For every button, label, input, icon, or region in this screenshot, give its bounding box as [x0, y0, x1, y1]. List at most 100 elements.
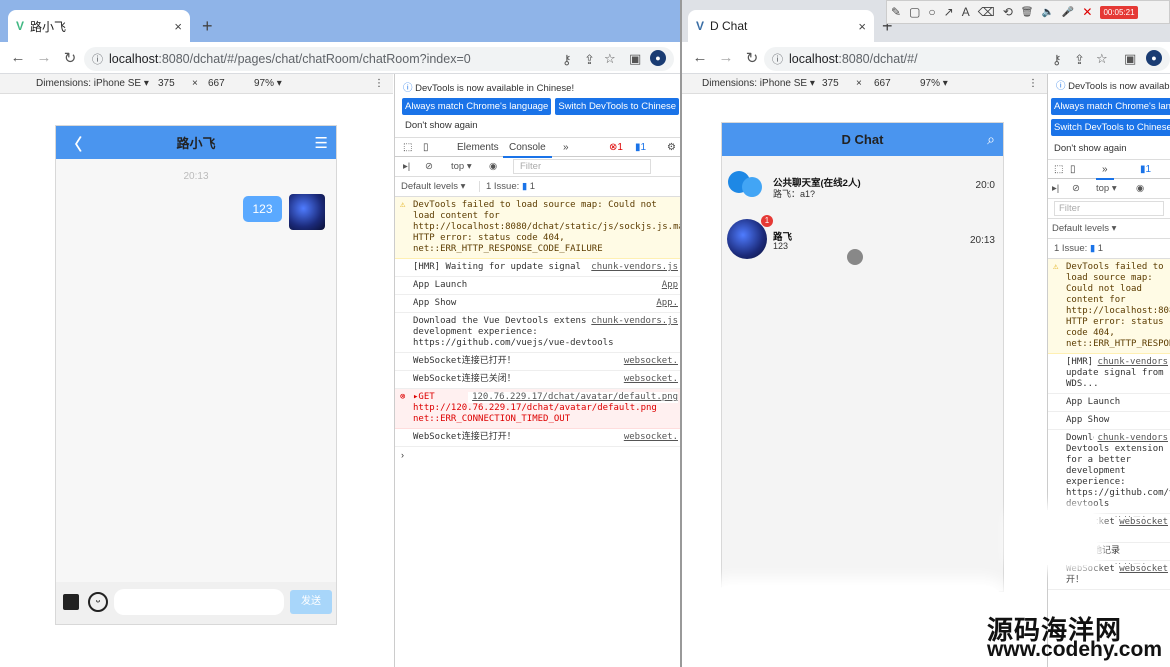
log-source-link[interactable]: App [657, 280, 678, 291]
filter-input[interactable]: Filter [1054, 201, 1164, 216]
log-source-link[interactable]: websocket. [619, 432, 678, 443]
match-language-button[interactable]: Always match Chrome's lang [1051, 98, 1170, 115]
message-input[interactable] [114, 589, 284, 615]
filter-input[interactable]: Filter [513, 159, 651, 174]
user-avatar[interactable] [289, 194, 325, 230]
key-icon[interactable]: ⚷ [562, 52, 572, 68]
zoom-select[interactable]: 97% ▾ [254, 78, 282, 89]
image-icon[interactable] [63, 594, 79, 610]
star-icon[interactable]: ☆ [1096, 51, 1108, 67]
log-source-link[interactable]: 120.76.229.17/dchat/avatar/default.png [468, 392, 678, 403]
microphone-icon[interactable]: 🎤 [1062, 7, 1074, 18]
width-input[interactable]: 375 [158, 78, 175, 89]
sidebar-icon[interactable]: ▣ [629, 51, 641, 67]
log-source-link[interactable]: websocket. [619, 374, 678, 385]
inspect-icon[interactable]: ⬚ [1054, 164, 1063, 175]
issues-label[interactable]: 1 Issue: ▮ 1 [479, 181, 535, 192]
console-prompt[interactable]: › [395, 447, 680, 464]
chat-list-item[interactable]: 1 路飞 123 20:13 [722, 213, 1003, 259]
width-input[interactable]: 375 [822, 78, 839, 89]
more-options-icon[interactable]: ⋮ [1028, 78, 1038, 89]
dimensions-select[interactable]: Dimensions: iPhone SE ▾ [702, 78, 815, 89]
switch-language-button[interactable]: Switch DevTools to Chinese [555, 98, 680, 115]
arrow-tool-icon[interactable]: ↗ [944, 5, 954, 19]
log-source-link[interactable]: websocket [1115, 517, 1168, 528]
reload-icon[interactable]: ↻ [744, 49, 760, 67]
log-source-link[interactable]: chunk-vendors [1093, 357, 1168, 368]
eraser-tool-icon[interactable]: ⌫ [978, 5, 995, 19]
send-button[interactable]: 发送 [290, 590, 332, 614]
sidebar-toggle-icon[interactable]: ▸| [1052, 183, 1059, 194]
pen-tool-icon[interactable]: ✎ [891, 5, 901, 19]
height-input[interactable]: 667 [874, 78, 891, 89]
sidebar-toggle-icon[interactable]: ▸| [403, 161, 410, 172]
forward-arrow-icon[interactable]: → [36, 49, 52, 66]
back-arrow-icon[interactable]: ← [692, 49, 708, 66]
tab-elements[interactable]: Elements [457, 142, 499, 153]
key-icon[interactable]: ⚷ [1052, 52, 1062, 68]
tab-console[interactable]: Console [503, 142, 552, 158]
back-arrow-icon[interactable]: ← [10, 49, 26, 66]
menu-icon[interactable]: ☰ [315, 134, 328, 152]
new-tab-button[interactable]: + [202, 16, 213, 37]
error-count-badge[interactable]: ⊗1 [609, 142, 623, 153]
height-input[interactable]: 667 [208, 78, 225, 89]
share-icon[interactable]: ⇪ [584, 52, 595, 68]
address-bar[interactable]: ⓘ localhost :8080/dchat/#/pages/chat/cha… [84, 47, 674, 71]
text-tool-icon[interactable]: A [962, 5, 970, 19]
star-icon[interactable]: ☆ [604, 51, 616, 67]
log-source-link[interactable]: websocket [1115, 564, 1168, 575]
match-language-button[interactable]: Always match Chrome's language [402, 98, 552, 115]
dimension-times: × [192, 78, 198, 89]
settings-gear-icon[interactable]: ⚙ [667, 142, 676, 153]
undo-icon[interactable]: ⟲ [1003, 5, 1013, 19]
more-options-icon[interactable]: ⋮ [374, 78, 384, 89]
close-tab-icon[interactable]: × [174, 19, 182, 34]
circle-tool-icon[interactable]: ○ [928, 5, 935, 19]
more-tabs-icon[interactable]: » [1096, 164, 1114, 180]
log-source-link[interactable]: chunk-vendors.js [587, 262, 678, 273]
log-source-link[interactable]: chunk-vendors [1093, 433, 1168, 444]
share-icon[interactable]: ⇪ [1074, 52, 1085, 68]
emoji-icon[interactable]: ᵕ [88, 592, 108, 612]
levels-select[interactable]: Default levels ▾ [1052, 223, 1116, 234]
forward-arrow-icon[interactable]: → [718, 49, 734, 66]
sidebar-icon[interactable]: ▣ [1124, 51, 1136, 67]
trash-icon[interactable]: 🗑 [1021, 7, 1034, 18]
back-icon[interactable]: 〈 [66, 131, 82, 155]
chat-list-item[interactable]: 公共聊天室(在线2人) 路飞：a1? 20:0 [722, 163, 1003, 208]
inspect-icon[interactable]: ⬚ [403, 142, 412, 153]
clear-console-icon[interactable]: ⊘ [425, 161, 433, 172]
zoom-select[interactable]: 97% ▾ [920, 78, 948, 89]
rect-tool-icon[interactable]: ▢ [909, 5, 920, 19]
switch-language-button[interactable]: Switch DevTools to Chinese [1051, 119, 1170, 136]
speaker-icon[interactable]: 🔈 [1041, 7, 1053, 18]
dimensions-select[interactable]: Dimensions: iPhone SE ▾ [36, 78, 149, 89]
message-count-badge[interactable]: ▮1 [1140, 164, 1151, 175]
dont-show-again-link[interactable]: Don't show again [395, 115, 680, 137]
left-tab-active[interactable]: V 路小飞 × [8, 10, 190, 42]
profile-icon[interactable]: ● [650, 50, 666, 66]
address-bar[interactable]: ⓘ localhost :8080/dchat/#/ ⚷ ⇪ ☆ ▣ ● [764, 47, 1170, 71]
close-icon[interactable]: ✕ [1082, 5, 1092, 19]
message-count-badge[interactable]: ▮1 [635, 142, 646, 153]
eye-icon[interactable]: ◉ [1136, 183, 1144, 194]
eye-icon[interactable]: ◉ [489, 161, 497, 172]
log-source-link[interactable]: websocket. [619, 356, 678, 367]
right-tab-active[interactable]: V D Chat × [688, 10, 874, 42]
context-select[interactable]: top ▾ [451, 161, 472, 172]
device-toggle-icon[interactable]: ▯ [1070, 164, 1076, 175]
profile-icon[interactable]: ● [1146, 50, 1162, 66]
reload-icon[interactable]: ↻ [62, 49, 78, 67]
context-select[interactable]: top ▾ [1096, 183, 1117, 194]
device-toggle-icon[interactable]: ▯ [423, 142, 429, 153]
levels-select[interactable]: Default levels ▾ [401, 181, 465, 192]
search-icon[interactable]: ⌕ [987, 131, 995, 148]
dont-show-again-link[interactable]: Don't show again [1048, 140, 1170, 159]
log-source-link[interactable]: chunk-vendors.js [587, 316, 678, 327]
more-tabs-icon[interactable]: » [563, 142, 569, 153]
issues-label[interactable]: 1 Issue: ▮ 1 [1054, 243, 1103, 254]
log-source-link[interactable]: App. [652, 298, 678, 309]
close-tab-icon[interactable]: × [858, 19, 866, 34]
clear-console-icon[interactable]: ⊘ [1072, 183, 1080, 194]
